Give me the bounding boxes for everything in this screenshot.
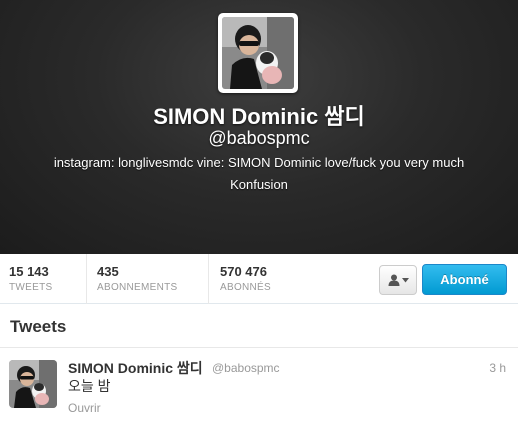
stat-followers[interactable]: 570 476 ABONNÉS: [208, 254, 328, 304]
user-actions-button[interactable]: [379, 265, 417, 295]
profile-bio-line2: Konfusion: [230, 177, 288, 192]
tweet-avatar[interactable]: [9, 360, 57, 408]
stat-following-value: 435: [97, 264, 119, 279]
profile-avatar[interactable]: [218, 13, 298, 93]
tweet-item[interactable]: SIMON Dominic 쌈디 @babospmc 3 h 오늘 밤 Ouvr…: [0, 349, 518, 427]
chevron-down-icon: [401, 277, 409, 282]
stat-tweets-label: TWEETS: [9, 282, 53, 293]
tweet-author-name[interactable]: SIMON Dominic 쌈디: [68, 358, 203, 378]
tweets-section-title: Tweets: [10, 317, 67, 336]
tweet-open-link[interactable]: Ouvrir: [68, 401, 101, 415]
stat-followers-label: ABONNÉS: [220, 282, 272, 293]
tweet-author-handle[interactable]: @babospmc: [212, 361, 280, 375]
profile-bio-line1: instagram: longlivesmdc vine: SIMON Domi…: [53, 155, 465, 170]
profile-bio: instagram: longlivesmdc vine: SIMON Domi…: [20, 152, 498, 196]
stat-followers-value: 570 476: [220, 264, 267, 279]
profile-header: SIMON Dominic 쌈디 @babospmc instagram: lo…: [0, 0, 518, 254]
tweets-section-header: Tweets: [0, 304, 518, 348]
profile-avatar-image: [222, 17, 294, 89]
tweet-text: 오늘 밤: [68, 378, 111, 394]
user-icon: [388, 274, 399, 286]
tweet-timestamp[interactable]: 3 h: [489, 361, 506, 375]
follow-button[interactable]: Abonné: [422, 264, 507, 295]
stat-tweets[interactable]: 15 143 TWEETS: [0, 254, 86, 304]
stat-following[interactable]: 435 ABONNEMENTS: [86, 254, 208, 304]
profile-name: SIMON Dominic 쌈디: [153, 104, 365, 129]
stat-tweets-value: 15 143: [9, 264, 49, 279]
profile-handle: @babospmc: [208, 128, 310, 148]
stat-following-label: ABONNEMENTS: [97, 282, 178, 293]
